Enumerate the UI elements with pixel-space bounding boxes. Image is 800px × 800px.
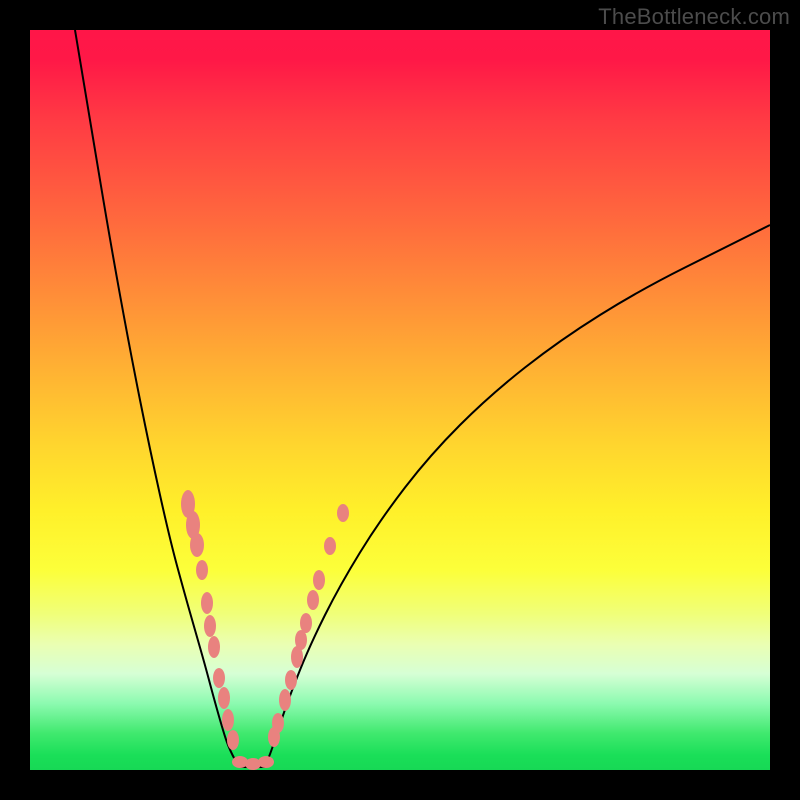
plot-area bbox=[30, 30, 770, 770]
chart-frame: TheBottleneck.com bbox=[0, 0, 800, 800]
marker-left-3 bbox=[196, 560, 208, 580]
marker-left-2 bbox=[190, 533, 204, 557]
marker-right-2 bbox=[279, 689, 291, 711]
marker-floor-2 bbox=[258, 756, 274, 768]
curve-markers bbox=[181, 490, 349, 770]
curve-right-branch bbox=[265, 225, 770, 765]
marker-left-5 bbox=[204, 615, 216, 637]
marker-left-4 bbox=[201, 592, 213, 614]
watermark-label: TheBottleneck.com bbox=[598, 4, 790, 30]
marker-right-8 bbox=[313, 570, 325, 590]
marker-right-3 bbox=[285, 670, 297, 690]
curve-svg bbox=[30, 30, 770, 770]
marker-right-9 bbox=[324, 537, 336, 555]
marker-left-7 bbox=[213, 668, 225, 688]
marker-left-6 bbox=[208, 636, 220, 658]
marker-right-7 bbox=[307, 590, 319, 610]
marker-right-1 bbox=[272, 713, 284, 733]
marker-left-9 bbox=[222, 709, 234, 731]
marker-right-10 bbox=[337, 504, 349, 522]
marker-left-8 bbox=[218, 687, 230, 709]
marker-right-5 bbox=[295, 630, 307, 650]
marker-right-6 bbox=[300, 613, 312, 633]
marker-left-10 bbox=[227, 730, 239, 750]
